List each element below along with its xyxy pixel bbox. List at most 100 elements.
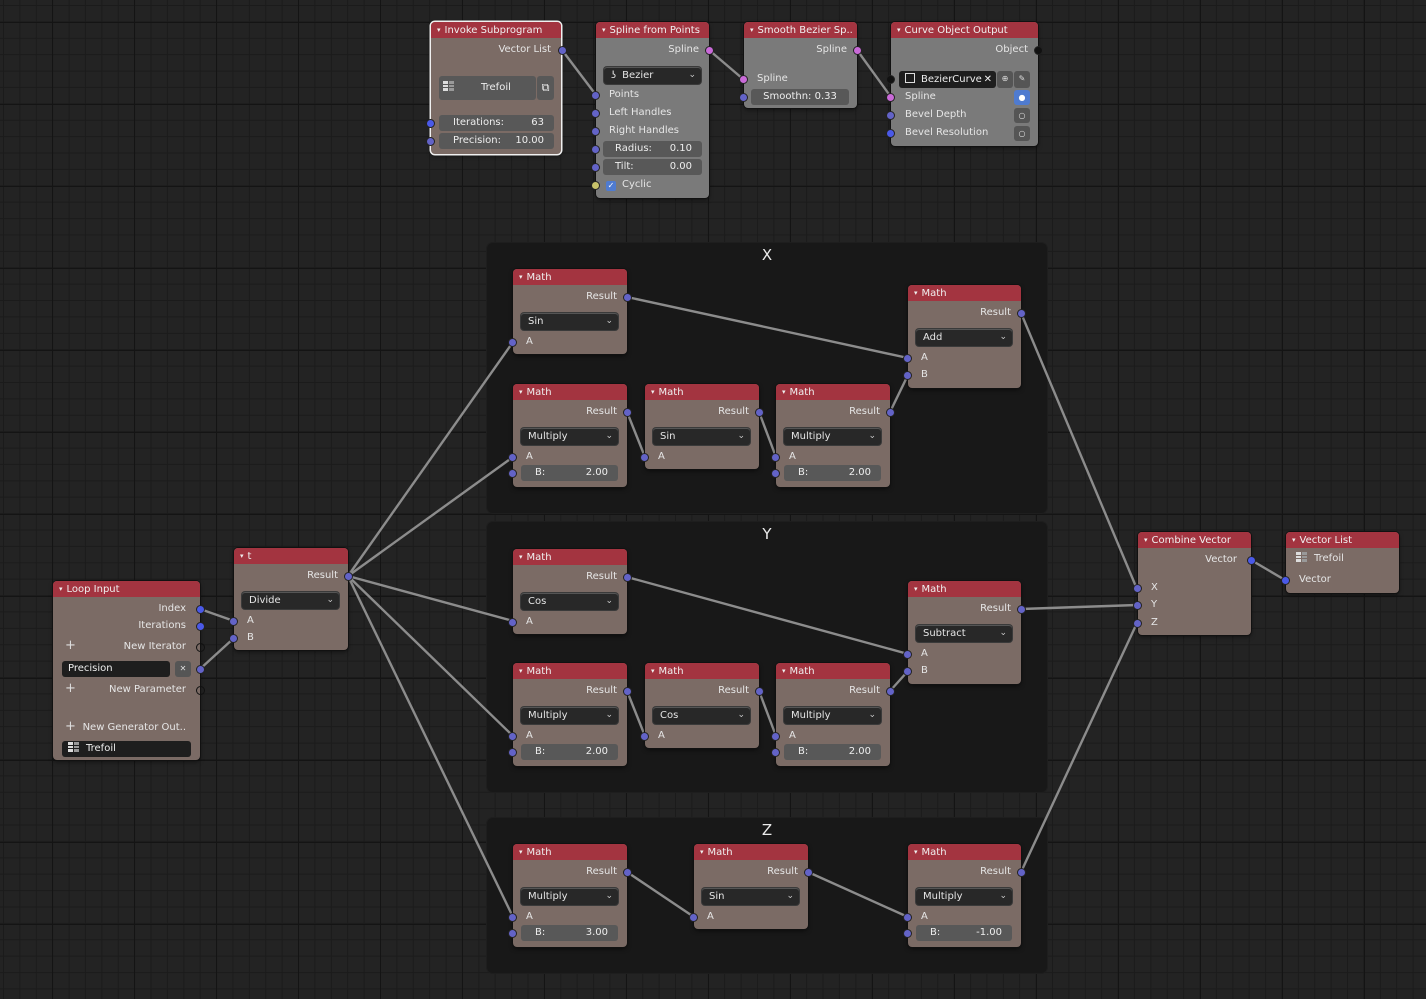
socket-a[interactable] [508,913,517,922]
socket-a[interactable] [640,732,649,741]
operation-dropdown[interactable]: Multiply ⌄ [521,428,618,445]
socket-a[interactable] [640,453,649,462]
socket-a[interactable] [903,650,912,659]
node-header[interactable]: ▾ Math [776,663,890,679]
socket-left-handles[interactable] [591,109,600,118]
socket-radius[interactable] [591,145,600,154]
checkbox-icon[interactable]: ✓ [606,181,616,191]
socket-a[interactable] [903,354,912,363]
node-header[interactable]: ▾ Math [908,844,1021,860]
socket-bevel-resolution[interactable] [886,129,895,138]
socket-result[interactable] [623,293,632,302]
collapse-icon[interactable]: ▾ [914,848,918,856]
collapse-icon[interactable]: ▾ [914,585,918,593]
socket-result[interactable] [886,408,895,417]
socket-a[interactable] [771,732,780,741]
node-curve-object-output[interactable]: ▾ Curve Object Output Object BezierCurve ✕… [886,22,1043,146]
radius-field[interactable]: Radius: 0.10 [603,141,702,157]
generator-list-selector[interactable]: Trefoil [62,741,191,757]
collapse-icon[interactable]: ▾ [914,289,918,297]
socket-a[interactable] [508,453,517,462]
object-selector[interactable]: BezierCurve ✕ [899,71,996,88]
operation-dropdown[interactable]: Sin ⌄ [653,428,750,445]
operation-dropdown[interactable]: Cos ⌄ [653,707,750,724]
socket-a[interactable] [771,453,780,462]
socket-smoothness[interactable] [739,93,748,102]
node-math-y-mul1[interactable]: ▾ Math Result Multiply ⌄ A B: 2.00 [508,663,632,766]
socket-right-handles[interactable] [591,127,600,136]
node-t-divide[interactable]: ▾ t Result Divide ⌄ A B [229,548,353,650]
collapse-icon[interactable]: ▾ [651,667,655,675]
new-generator-output-button[interactable]: New Generator Out.. [53,720,200,736]
socket-result[interactable] [1017,868,1026,877]
socket-b[interactable] [903,371,912,380]
node-header[interactable]: ▾ Curve Object Output [891,22,1038,38]
socket-iterations[interactable] [196,622,205,631]
socket-spline-in[interactable] [739,75,748,84]
operation-dropdown[interactable]: Add ⌄ [916,329,1012,346]
collapse-icon[interactable]: ▾ [59,585,63,593]
socket-precision[interactable] [426,137,435,146]
socket-result[interactable] [623,687,632,696]
socket-iterations[interactable] [426,119,435,128]
socket-vector-in[interactable] [1281,576,1290,585]
node-header[interactable]: ▾ Math [645,663,759,679]
smoothness-field[interactable]: Smoothn: 0.33 [751,89,849,105]
operation-dropdown[interactable]: Multiply ⌄ [784,707,881,724]
node-math-z-sin[interactable]: ▾ Math Result Sin ⌄ A [689,844,813,929]
subprogram-selector[interactable]: Trefoil [439,76,536,100]
operation-dropdown[interactable]: Divide ⌄ [242,592,339,609]
collapse-icon[interactable]: ▾ [700,848,704,856]
collapse-icon[interactable]: ▾ [782,388,786,396]
collapse-icon[interactable]: ▾ [519,667,523,675]
remove-parameter-button[interactable]: ✕ [175,661,191,677]
node-header[interactable]: ▾ Math [513,663,627,679]
socket-a[interactable] [903,913,912,922]
socket-new-parameter[interactable] [196,686,205,695]
operation-dropdown[interactable]: Multiply ⌄ [521,888,618,905]
cyclic-checkbox[interactable]: ✓ Cyclic [596,177,709,193]
socket-result[interactable] [623,408,632,417]
socket-b[interactable] [508,748,517,757]
spline-toggle[interactable]: ● [1014,90,1030,105]
socket-spline-out[interactable] [853,46,862,55]
collapse-icon[interactable]: ▾ [519,848,523,856]
socket-a[interactable] [508,732,517,741]
tilt-field[interactable]: Tilt: 0.00 [603,159,702,175]
iterations-field[interactable]: Iterations: 63 [439,115,554,131]
node-math-x-sin[interactable]: ▾ Math Result Sin ⌄ A [508,269,632,354]
eyedropper-button[interactable]: ✎ [1014,71,1030,88]
b-value-field[interactable]: B: 2.00 [784,465,881,481]
node-header[interactable]: ▾ Math [645,384,759,400]
collapse-icon[interactable]: ▾ [437,26,441,34]
node-header[interactable]: ▾ Vector List [1286,532,1399,548]
socket-b[interactable] [771,469,780,478]
collapse-icon[interactable]: ▾ [897,26,901,34]
operation-dropdown[interactable]: Multiply ⌄ [784,428,881,445]
socket-b[interactable] [508,469,517,478]
node-header[interactable]: ▾ Math [776,384,890,400]
socket-index[interactable] [196,605,205,614]
node-math-x-mul2[interactable]: ▾ Math Result Multiply ⌄ A B: 2.00 [771,384,895,487]
socket-vector-out[interactable] [1247,556,1256,565]
collapse-icon[interactable]: ▾ [651,388,655,396]
socket-result[interactable] [886,687,895,696]
node-math-y-cos2[interactable]: ▾ Math Result Cos ⌄ A [640,663,764,748]
node-vector-list[interactable]: ▾ Vector List Trefoil Vector [1281,532,1399,593]
collapse-icon[interactable]: ▾ [519,273,523,281]
node-header[interactable]: ▾ Math [513,549,627,565]
node-header[interactable]: ▾ t [234,548,348,564]
new-parameter-button[interactable]: New Parameter [53,682,200,698]
operation-dropdown[interactable]: Cos ⌄ [521,593,618,610]
node-math-x-mul1[interactable]: ▾ Math Result Multiply ⌄ A B: 2.00 [508,384,632,487]
socket-bevel-depth[interactable] [886,111,895,120]
node-header[interactable]: ▾ Math [513,269,627,285]
collapse-icon[interactable]: ▾ [1144,536,1148,544]
collapse-icon[interactable]: ▾ [1292,536,1296,544]
socket-b[interactable] [229,634,238,643]
node-header[interactable]: ▾ Spline from Points [596,22,709,38]
socket-y[interactable] [1133,601,1142,610]
node-header[interactable]: ▾ Math [694,844,808,860]
socket-b[interactable] [508,929,517,938]
b-value-field[interactable]: B: 2.00 [784,744,881,760]
